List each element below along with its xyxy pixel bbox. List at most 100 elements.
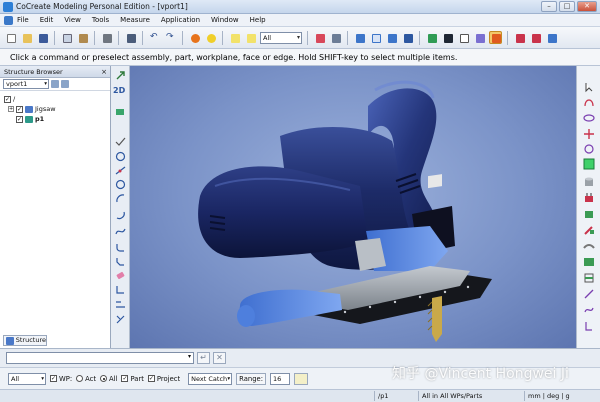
cylinder-icon[interactable] [583, 176, 595, 188]
tree-row-jigsaw[interactable]: + ✓ Jigsaw [4, 104, 110, 114]
all-radio[interactable]: All [100, 375, 117, 383]
workplane-icon[interactable] [529, 31, 542, 44]
select-arrow-icon[interactable] [583, 81, 595, 93]
redo-icon[interactable]: ↷ [164, 31, 177, 44]
act-radio[interactable]: Act [76, 375, 96, 383]
minimize-button[interactable]: – [541, 1, 557, 12]
maximize-button[interactable]: □ [559, 1, 575, 12]
sketch-icon[interactable] [583, 304, 595, 316]
wp-checkbox[interactable]: ✓ WP: [50, 375, 72, 383]
menu-tools[interactable]: Tools [92, 16, 109, 24]
hidden-line-icon[interactable] [457, 31, 470, 44]
eraser-icon[interactable] [115, 270, 126, 281]
open-folder-icon[interactable] [20, 31, 33, 44]
pen-icon[interactable] [583, 224, 595, 236]
fillet-icon[interactable] [115, 242, 126, 253]
copy-icon[interactable] [60, 31, 73, 44]
trim-icon[interactable] [115, 314, 126, 325]
pattern-icon[interactable] [583, 256, 595, 268]
menu-help[interactable]: Help [250, 16, 266, 24]
arc-icon[interactable] [115, 209, 126, 220]
fit-view-icon[interactable] [353, 31, 366, 44]
tree-row-p1[interactable]: ✓ p1 [4, 114, 110, 124]
bracket-icon[interactable] [583, 320, 595, 332]
tab-structure[interactable]: Structure [3, 335, 47, 346]
mode-2d-icon[interactable]: 2D [113, 86, 125, 97]
measure-icon[interactable] [313, 31, 326, 44]
stop-icon[interactable] [188, 31, 201, 44]
square-icon[interactable] [583, 158, 595, 170]
catch-select[interactable]: Next Catch ▾ [188, 372, 233, 385]
zoom-icon[interactable] [385, 31, 398, 44]
axis-icon[interactable] [513, 31, 526, 44]
curve-icon[interactable] [583, 96, 595, 108]
close-button[interactable]: ✕ [577, 1, 597, 12]
reference-icon[interactable] [583, 288, 595, 300]
chamfer-icon[interactable] [115, 256, 126, 267]
checkbox-box[interactable]: ✓ [147, 375, 155, 382]
sweep-icon[interactable] [583, 240, 595, 252]
circle-icon[interactable] [115, 151, 126, 162]
dimension-icon[interactable] [115, 298, 126, 309]
radio-button[interactable] [76, 375, 84, 382]
extrude-icon[interactable] [583, 192, 595, 204]
help-icon[interactable] [204, 31, 217, 44]
radio-button[interactable] [100, 375, 108, 382]
select-tool-icon[interactable] [124, 31, 137, 44]
mill-icon[interactable] [583, 208, 595, 220]
circle-icon[interactable] [115, 179, 126, 190]
filter-icon[interactable] [51, 80, 59, 88]
menu-window[interactable]: Window [211, 16, 239, 24]
visibility-checkbox[interactable]: ✓ [4, 95, 11, 103]
selection-filter-select[interactable]: All ▾ [260, 31, 302, 44]
menu-measure[interactable]: Measure [120, 16, 150, 24]
lightbulb-icon[interactable] [294, 372, 309, 385]
project-checkbox[interactable]: ✓ Project [147, 375, 180, 383]
expand-icon[interactable]: + [8, 106, 14, 112]
checkbox-box[interactable]: ✓ [121, 375, 129, 382]
cancel-icon[interactable]: ✕ [213, 352, 226, 364]
ellipse-icon[interactable] [583, 112, 595, 124]
check-icon[interactable] [115, 136, 126, 147]
menu-edit[interactable]: Edit [40, 16, 54, 24]
visibility-checkbox[interactable]: ✓ [16, 115, 23, 123]
part-tool-icon[interactable] [115, 106, 126, 117]
range-input[interactable]: 16 [270, 372, 291, 385]
close-icon[interactable]: × [101, 66, 107, 78]
pointer-plus-icon[interactable] [244, 31, 257, 44]
cross-icon[interactable] [583, 128, 595, 140]
system-menu-icon[interactable] [4, 15, 13, 25]
paste-icon[interactable] [76, 31, 89, 44]
checkbox-box[interactable]: ✓ [50, 375, 57, 382]
part-checkbox[interactable]: ✓ Part [121, 375, 144, 383]
menu-application[interactable]: Application [161, 16, 200, 24]
circle-tool-icon[interactable] [583, 143, 595, 155]
arrow-icon[interactable] [115, 70, 126, 81]
pointer-icon[interactable] [228, 31, 241, 44]
zoom-box-icon[interactable] [369, 31, 382, 44]
wireframe-icon[interactable] [441, 31, 454, 44]
menu-file[interactable]: File [17, 16, 29, 24]
options-icon[interactable] [61, 80, 69, 88]
shaded-icon[interactable] [425, 31, 438, 44]
undo-icon[interactable]: ↶ [148, 31, 161, 44]
pencil-icon[interactable] [329, 31, 342, 44]
light-icon[interactable] [489, 31, 502, 44]
save-icon[interactable] [36, 31, 49, 44]
tree-row-root[interactable]: ✓ / [4, 94, 110, 104]
viewport-select[interactable]: vport1 ▾ [3, 79, 49, 89]
rotate-icon[interactable] [401, 31, 414, 44]
shell-icon[interactable] [583, 272, 595, 284]
print-icon[interactable] [100, 31, 113, 44]
section-icon[interactable] [545, 31, 558, 44]
spline-icon[interactable] [115, 226, 126, 237]
line-icon[interactable] [115, 165, 126, 176]
arc-icon[interactable] [115, 193, 126, 204]
menu-view[interactable]: View [64, 16, 81, 24]
select-filter[interactable]: All ▾ [8, 372, 46, 385]
command-input[interactable]: ▾ [6, 352, 194, 364]
viewport-3d[interactable] [130, 66, 576, 348]
render-icon[interactable] [473, 31, 486, 44]
enter-icon[interactable]: ↵ [197, 352, 210, 364]
visibility-checkbox[interactable]: ✓ [16, 105, 23, 113]
